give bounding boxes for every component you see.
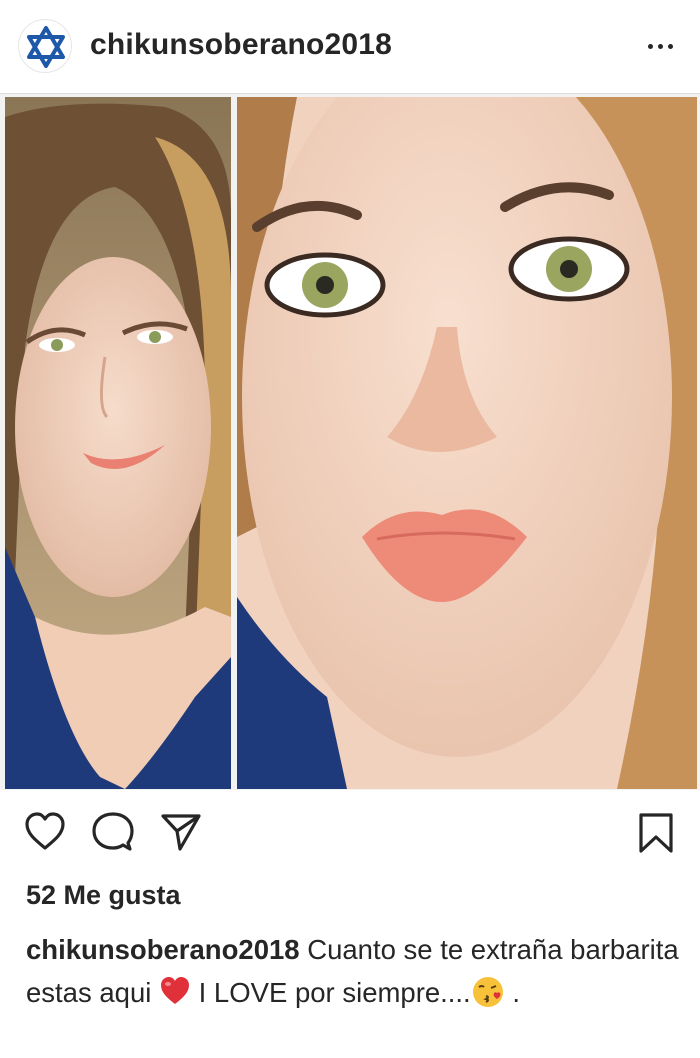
caption-text-3: . [504,977,520,1008]
bookmark-icon[interactable] [638,812,674,854]
caption-username[interactable]: chikunsoberano2018 [26,934,300,965]
comment-bubble-icon[interactable] [92,812,134,852]
heart-outline-icon[interactable] [24,812,66,852]
red-heart-emoji-icon [161,977,190,1004]
post-username[interactable]: chikunsoberano2018 [90,28,392,62]
post-photo[interactable] [0,94,700,790]
paper-plane-icon[interactable] [160,812,202,852]
more-options-icon[interactable] [646,32,676,62]
action-bar [0,796,700,872]
post-caption: chikunsoberano2018 Cuanto se te extraña … [26,928,686,1014]
kissing-face-emoji-icon [472,977,503,1007]
avatar[interactable] [18,19,72,73]
caption-text-2: I LOVE por siempre.... [191,977,471,1008]
post-header: chikunsoberano2018 [0,0,700,94]
likes-count[interactable]: 52 Me gusta [26,880,181,911]
star-of-david-icon [27,26,65,68]
photo-panel-left [5,97,231,789]
photo-panel-right [237,97,697,789]
